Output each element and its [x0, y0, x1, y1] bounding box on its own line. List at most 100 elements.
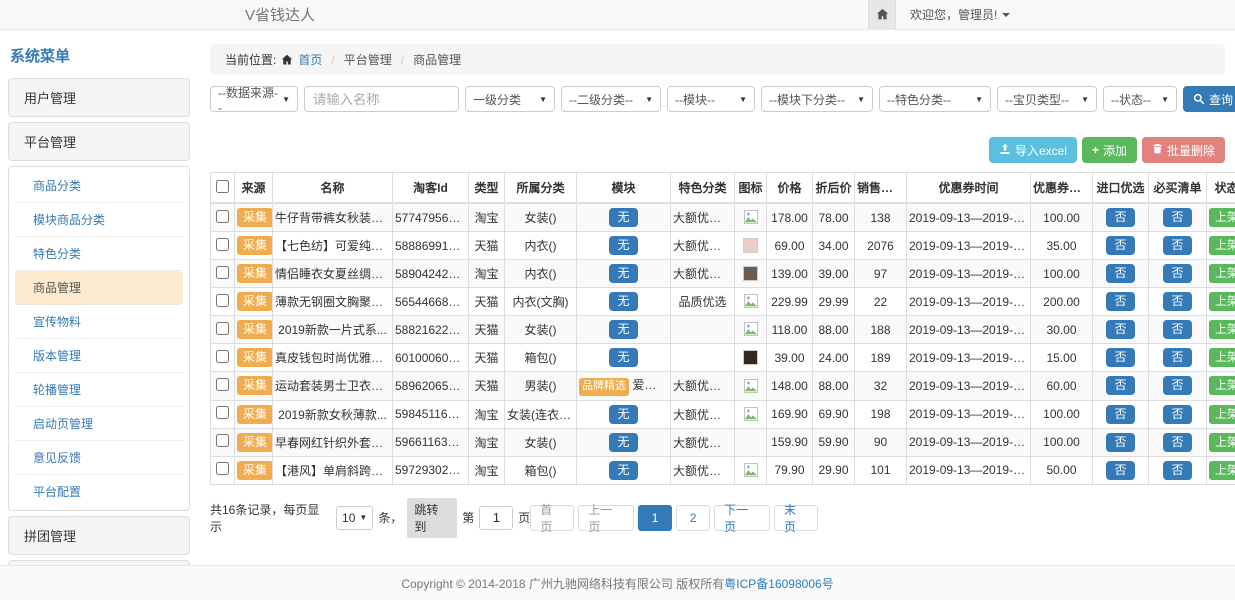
import-toggle-badge[interactable]: 否 [1106, 405, 1134, 424]
sidebar-subitem-启动页管理[interactable]: 启动页管理 [15, 407, 183, 441]
level2-category-select[interactable]: --二级分类--▼ [561, 86, 661, 112]
page-button-上一页[interactable]: 上一页 [578, 505, 634, 531]
add-button[interactable]: + 添加 [1082, 137, 1137, 163]
product-photo-thumbnail [743, 266, 758, 281]
import-toggle-badge[interactable]: 否 [1106, 236, 1134, 255]
sidebar-subitem-版本管理[interactable]: 版本管理 [15, 339, 183, 373]
import-toggle-badge[interactable]: 否 [1106, 292, 1134, 311]
table-body: 采集牛仔背带裤女秋装减龄...577479560965淘宝女装()无大额优惠券1… [211, 203, 1235, 484]
status-badge[interactable]: 上架 [1209, 461, 1235, 480]
page-size-select[interactable]: 10▼ [336, 506, 373, 530]
home-button[interactable] [868, 0, 896, 29]
row-checkbox[interactable] [216, 322, 229, 335]
row-checkbox[interactable] [216, 406, 229, 419]
batch-delete-button[interactable]: 批量删除 [1142, 137, 1225, 163]
level1-category-select[interactable]: 一级分类▼ [465, 86, 555, 112]
jump-button[interactable]: 跳转到 [407, 498, 457, 538]
import-toggle-badge[interactable]: 否 [1106, 461, 1134, 480]
row-checkbox[interactable] [216, 462, 229, 475]
unit-text: 条， [378, 509, 402, 526]
module-sub-category-select[interactable]: --模块下分类--▼ [761, 86, 873, 112]
no-module-badge: 无 [609, 433, 637, 452]
status-badge[interactable]: 上架 [1209, 236, 1235, 255]
cell-name: 2019新款女秋薄款... [273, 400, 393, 428]
goods-table: 来源名称淘客Id类型所属分类模块特色分类图标价格折后价销售数量优惠券时间优惠券金… [210, 172, 1235, 485]
cell-import-select: 否 [1093, 288, 1149, 316]
row-checkbox[interactable] [216, 378, 229, 391]
must-buy-toggle-badge[interactable]: 否 [1163, 376, 1191, 395]
sidebar-item-bottom-1[interactable]: 省惠快报 [8, 560, 190, 565]
status-badge[interactable]: 上架 [1209, 348, 1235, 367]
must-buy-toggle-badge[interactable]: 否 [1163, 236, 1191, 255]
import-toggle-badge[interactable]: 否 [1106, 376, 1134, 395]
record-count-text: 共16条记录，每页显示 [210, 501, 331, 535]
icp-link[interactable]: 粤ICP备16098006号 [724, 575, 833, 592]
status-badge[interactable]: 上架 [1209, 433, 1235, 452]
row-checkbox[interactable] [216, 266, 229, 279]
row-checkbox[interactable] [216, 210, 229, 223]
name-input[interactable] [304, 86, 459, 112]
must-buy-toggle-badge[interactable]: 否 [1163, 208, 1191, 227]
column-header-价格: 价格 [767, 173, 813, 204]
page-button-1[interactable]: 1 [638, 505, 672, 531]
page-button-末页[interactable]: 末页 [774, 505, 818, 531]
page-button-首页[interactable]: 首页 [530, 505, 574, 531]
must-buy-toggle-badge[interactable]: 否 [1163, 433, 1191, 452]
sidebar-subitem-商品分类[interactable]: 商品分类 [15, 169, 183, 203]
module-select[interactable]: --模块--▼ [667, 86, 755, 112]
import-excel-button[interactable]: 导入excel [989, 137, 1077, 163]
import-toggle-badge[interactable]: 否 [1106, 208, 1134, 227]
sidebar-subitem-轮播管理[interactable]: 轮播管理 [15, 373, 183, 407]
row-checkbox[interactable] [216, 294, 229, 307]
row-checkbox[interactable] [216, 238, 229, 251]
search-button[interactable]: 查询 [1183, 86, 1235, 112]
cell-icon [735, 456, 767, 484]
import-toggle-badge[interactable]: 否 [1106, 433, 1134, 452]
import-toggle-badge[interactable]: 否 [1106, 348, 1134, 367]
sidebar-item-user-management[interactable]: 用户管理 [8, 78, 190, 117]
header-checkbox-cell [211, 173, 235, 204]
must-buy-toggle-badge[interactable]: 否 [1163, 320, 1191, 339]
row-checkbox[interactable] [216, 434, 229, 447]
sidebar-subitem-特色分类[interactable]: 特色分类 [15, 237, 183, 271]
status-badge[interactable]: 上架 [1209, 292, 1235, 311]
page-button-下一页[interactable]: 下一页 [714, 505, 770, 531]
status-badge[interactable]: 上架 [1209, 376, 1235, 395]
status-select[interactable]: --状态--▼ [1103, 86, 1177, 112]
column-header-优惠券时间: 优惠券时间 [907, 173, 1031, 204]
cell-discount-price: 34.00 [813, 232, 855, 260]
select-all-checkbox[interactable] [216, 180, 229, 193]
page-button-2[interactable]: 2 [676, 505, 710, 531]
sidebar-subitem-模块商品分类[interactable]: 模块商品分类 [15, 203, 183, 237]
import-toggle-badge[interactable]: 否 [1106, 264, 1134, 283]
row-checkbox[interactable] [216, 350, 229, 363]
jump-page-input[interactable] [479, 506, 513, 530]
cell-coupon-amount: 100.00 [1031, 260, 1093, 288]
sidebar-subitem-商品管理[interactable]: 商品管理 [15, 271, 183, 305]
sidebar-subitem-意见反馈[interactable]: 意见反馈 [15, 441, 183, 475]
sidebar-subitem-平台配置[interactable]: 平台配置 [15, 475, 183, 508]
cell-discount-price: 29.99 [813, 288, 855, 316]
must-buy-toggle-badge[interactable]: 否 [1163, 264, 1191, 283]
sidebar-item-bottom-0[interactable]: 拼团管理 [8, 516, 190, 555]
import-toggle-badge[interactable]: 否 [1106, 320, 1134, 339]
sidebar-subitem-宣传物料[interactable]: 宣传物料 [15, 305, 183, 339]
feature-category-select[interactable]: --特色分类--▼ [879, 86, 991, 112]
cell-type: 淘宝 [469, 456, 505, 484]
item-type-select[interactable]: --宝贝类型--▼ [997, 86, 1097, 112]
must-buy-toggle-badge[interactable]: 否 [1163, 292, 1191, 311]
must-buy-toggle-badge[interactable]: 否 [1163, 405, 1191, 424]
cell-type: 天猫 [469, 372, 505, 401]
must-buy-toggle-badge[interactable]: 否 [1163, 348, 1191, 367]
status-badge[interactable]: 上架 [1209, 264, 1235, 283]
status-badge[interactable]: 上架 [1209, 405, 1235, 424]
sidebar-item-platform-management[interactable]: 平台管理 [8, 122, 190, 161]
must-buy-toggle-badge[interactable]: 否 [1163, 461, 1191, 480]
status-badge[interactable]: 上架 [1209, 320, 1235, 339]
status-badge[interactable]: 上架 [1209, 208, 1235, 227]
cell-checkbox [211, 456, 235, 484]
content-area: 系统菜单 用户管理平台管理商品分类模块商品分类特色分类商品管理宣传物料版本管理轮… [0, 30, 1235, 565]
user-menu[interactable]: 欢迎您，管理员! [910, 6, 1010, 23]
data-source-select[interactable]: --数据来源--▼ [210, 86, 298, 112]
breadcrumb-home-link[interactable]: 首页 [298, 51, 322, 68]
